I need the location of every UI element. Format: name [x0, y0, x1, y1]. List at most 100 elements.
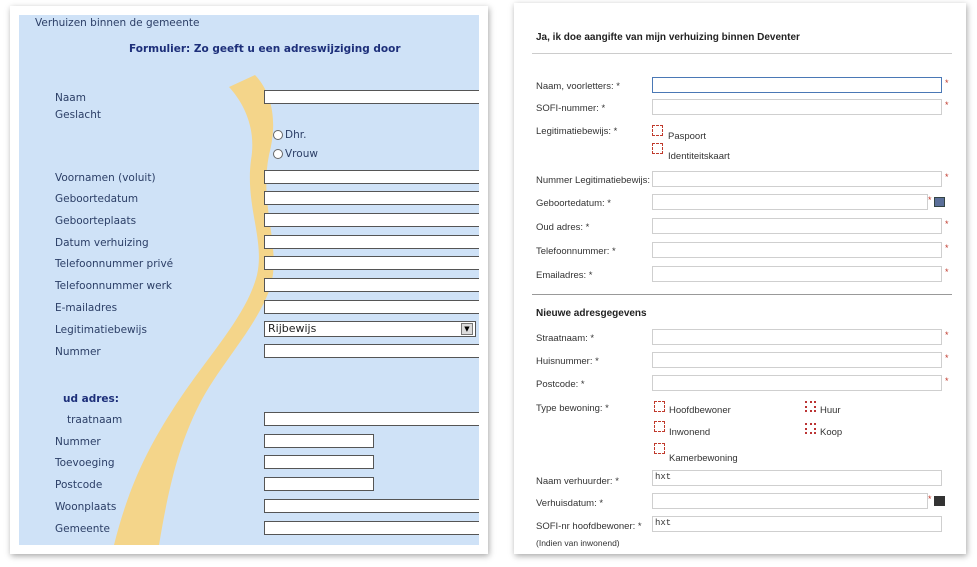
r-oud-adres-input[interactable] [652, 218, 942, 234]
label-r-naam-verhuurder: Naam verhuurder: * [536, 476, 619, 487]
right-form-heading: Ja, ik doe aangifte van mijn verhuizing … [536, 32, 800, 43]
required-marker: * [928, 494, 932, 504]
r-sofi-input[interactable] [652, 99, 942, 115]
label-r-nummer-legit: Nummer Legitimatiebewijs: * [536, 175, 657, 186]
inwonend-note: (Indien van inwonend) [536, 538, 620, 548]
label-oud-straatnaam: traatnaam [67, 414, 123, 426]
r-nummer-legit-input[interactable] [652, 171, 942, 187]
radio-vrouw[interactable] [273, 149, 283, 159]
label-r-telefoon: Telefoonnummer: * [536, 246, 616, 257]
calendar-icon[interactable] [934, 197, 945, 207]
radio-koop[interactable] [805, 423, 816, 434]
required-marker: * [945, 267, 949, 277]
required-marker: * [945, 219, 949, 229]
voornamen-input[interactable] [264, 170, 479, 184]
option-huur: Huur [820, 405, 841, 416]
label-tel-werk: Telefoonnummer werk [55, 280, 172, 292]
label-legitimatie: Legitimatiebewijs [55, 324, 147, 336]
label-r-naam: Naam, voorletters: * [536, 81, 620, 92]
label-tel-prive: Telefoonnummer privé [55, 258, 174, 270]
required-marker: * [945, 172, 949, 182]
divider [532, 53, 952, 54]
r-naam-verhuurder-input[interactable] [652, 470, 942, 486]
geboortedatum-input[interactable] [264, 191, 479, 205]
label-nummer: Nummer [55, 346, 101, 358]
label-r-postcode: Postcode: * [536, 379, 585, 390]
required-marker: * [945, 330, 949, 340]
oud-straatnaam-input[interactable] [264, 412, 479, 426]
label-r-sofi-hoofd: SOFI-nr hoofdbewoner: * [536, 521, 642, 532]
tel-werk-input[interactable] [264, 278, 479, 292]
naam-input[interactable] [264, 90, 479, 104]
option-identiteitskaart: Identiteitskaart [668, 151, 730, 162]
left-form-background: Verhuizen binnen de gemeente Formulier: … [19, 15, 479, 545]
oud-gemeente-input[interactable] [264, 521, 479, 535]
label-r-legitimatie: Legitimatiebewijs: * [536, 126, 618, 137]
label-geslacht: Geslacht [55, 109, 101, 121]
r-geboortedatum-input[interactable] [652, 194, 928, 210]
r-huisnummer-input[interactable] [652, 352, 942, 368]
left-top-title: Verhuizen binnen de gemeente [35, 17, 200, 29]
right-form-panel: Ja, ik doe aangifte van mijn verhuizing … [514, 3, 966, 554]
email-input[interactable] [264, 300, 479, 314]
r-telefoon-input[interactable] [652, 242, 942, 258]
oud-nummer-input[interactable] [264, 434, 374, 448]
nummer-input[interactable] [264, 344, 479, 358]
sofi-hoofd-placeholder: hxt [655, 518, 672, 528]
r-straatnaam-input[interactable] [652, 329, 942, 345]
option-paspoort: Paspoort [668, 131, 707, 142]
label-r-huisnummer: Huisnummer: * [536, 356, 599, 367]
required-marker: * [945, 376, 949, 386]
required-marker: * [928, 195, 932, 205]
legitimatie-select[interactable]: Rijbewijs ▼ [264, 321, 476, 337]
required-marker: * [945, 243, 949, 253]
verhuurder-placeholder: hxt [655, 472, 672, 482]
radio-identiteitskaart[interactable] [652, 143, 663, 154]
r-naam-input[interactable] [652, 77, 942, 93]
label-datum-verhuizing: Datum verhuizing [55, 237, 149, 249]
oud-postcode-input[interactable] [264, 477, 374, 491]
geboorteplaats-input[interactable] [264, 213, 479, 227]
chevron-down-icon[interactable]: ▼ [461, 323, 473, 335]
required-marker: * [945, 78, 949, 88]
legitimatie-selected-value: Rijbewijs [268, 322, 317, 335]
label-r-oud-adres: Oud adres: * [536, 222, 590, 233]
radio-hoofdbewoner[interactable] [654, 401, 665, 412]
left-form-heading: Formulier: Zo geeft u een adreswijziging… [129, 43, 401, 55]
required-marker: * [945, 100, 949, 110]
oud-adres-heading: ud adres: [63, 393, 119, 405]
label-email: E-mailadres [55, 302, 118, 314]
label-voornamen: Voornamen (voluit) [55, 172, 156, 184]
calendar-icon[interactable] [934, 496, 945, 506]
divider [532, 294, 952, 295]
tel-prive-input[interactable] [264, 256, 479, 270]
label-geboorteplaats: Geboorteplaats [55, 215, 137, 227]
option-inwonend: Inwonend [669, 427, 711, 438]
label-naam: Naam [55, 92, 86, 104]
r-sofi-hoofd-input[interactable] [652, 516, 942, 532]
radio-dhr[interactable] [273, 130, 283, 140]
nieuwe-adres-heading: Nieuwe adresgegevens [536, 308, 647, 319]
option-hoofdbewoner: Hoofdbewoner [669, 405, 731, 416]
option-kamerbewoning: Kamerbewoning [669, 453, 738, 464]
oud-toevoeging-input[interactable] [264, 455, 374, 469]
radio-kamerbewoning[interactable] [654, 443, 665, 454]
label-oud-postcode: Postcode [55, 479, 103, 491]
label-r-geboortedatum: Geboortedatum: * [536, 198, 611, 209]
oud-woonplaats-input[interactable] [264, 499, 479, 513]
radio-paspoort[interactable] [652, 125, 663, 136]
left-form-panel: Verhuizen binnen de gemeente Formulier: … [10, 6, 488, 554]
label-r-email: Emailadres: * [536, 270, 593, 281]
r-postcode-input[interactable] [652, 375, 942, 391]
r-verhuisdatum-input[interactable] [652, 493, 928, 509]
label-oud-toevoeging: Toevoeging [55, 457, 115, 469]
radio-huur[interactable] [805, 401, 816, 412]
r-email-input[interactable] [652, 266, 942, 282]
radio-vrouw-label: Vrouw [285, 148, 318, 160]
required-marker: * [945, 353, 949, 363]
label-oud-nummer: Nummer [55, 436, 101, 448]
radio-inwonend[interactable] [654, 421, 665, 432]
option-koop: Koop [820, 427, 843, 438]
datum-verhuizing-input[interactable] [264, 235, 479, 249]
label-r-type-bewoning: Type bewoning: * [536, 403, 609, 414]
